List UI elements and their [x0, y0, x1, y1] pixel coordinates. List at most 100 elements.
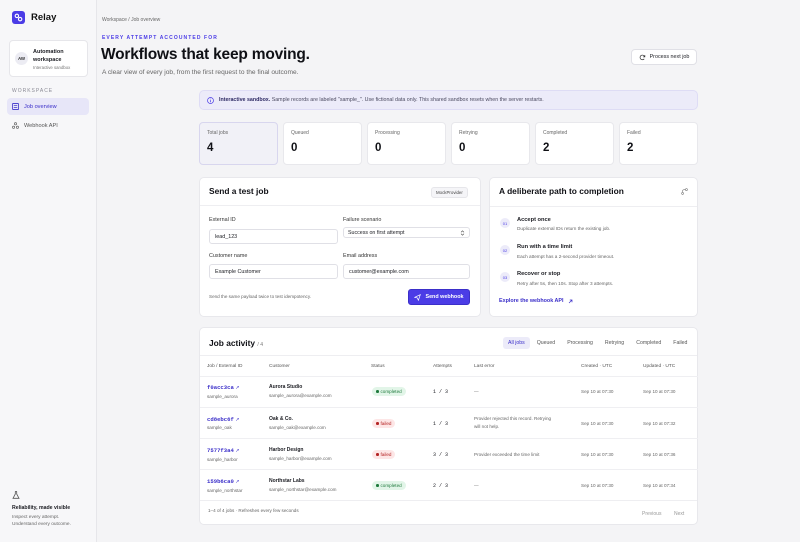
external-id-input[interactable]: lead_123	[209, 229, 338, 244]
stat-total-jobs[interactable]: Total jobs 4	[199, 122, 278, 165]
grid-list-icon	[12, 103, 19, 110]
banner-text: Sample records are labeled "sample_". Us…	[270, 97, 544, 103]
eyebrow: EVERY ATTEMPT ACCOUNTED FOR	[102, 35, 218, 41]
step-number: 02	[500, 245, 510, 255]
stat-value: 0	[375, 142, 382, 154]
sidebar-footer: Reliability, made visible Inspect every …	[12, 491, 92, 528]
tab-retrying[interactable]: Retrying	[600, 337, 629, 349]
customer-name: Aurora Studio	[269, 384, 303, 390]
job-id: 7577f3a4	[207, 447, 234, 454]
email-label: Email address	[343, 253, 378, 259]
status-badge: failed	[372, 419, 396, 428]
column-header-job: Job / External ID	[207, 364, 243, 369]
column-header-customer: Customer	[269, 364, 290, 369]
send-icon	[414, 293, 422, 301]
table-row[interactable]	[200, 438, 698, 469]
provider-chip: MockProvider	[431, 187, 468, 198]
tab-completed[interactable]: Completed	[631, 337, 666, 349]
step-text: Each attempt has a 2-second provider tim…	[517, 254, 615, 259]
step-title: Run with a time limit	[517, 244, 573, 250]
arrow-up-right-icon	[568, 299, 572, 303]
table-row[interactable]	[200, 407, 698, 438]
table-row[interactable]	[200, 376, 698, 407]
stat-label: Processing	[375, 130, 400, 136]
page-subtitle: A clear view of every job, from the firs…	[102, 69, 299, 76]
customer-name: Harbor Design	[269, 447, 304, 453]
flask-icon	[12, 491, 20, 499]
status-badge: completed	[372, 387, 406, 396]
external-id: sample_harbor	[207, 457, 238, 462]
customer-email: sample_northstar@example.com	[269, 487, 337, 492]
previous-page-button[interactable]: Previous	[642, 511, 661, 517]
customer-name: Oak & Co.	[269, 416, 293, 422]
tab-all-jobs[interactable]: All jobs	[503, 337, 530, 349]
sidebar-item-webhook-api[interactable]: Webhook API	[7, 117, 89, 134]
workspace-name: Automation workspace	[33, 48, 64, 63]
created-at: Sep 10 at 07:30	[581, 389, 614, 394]
job-id-link[interactable]: 7577f3a4 ↗	[207, 447, 239, 454]
stat-retrying[interactable]: Retrying 0	[451, 122, 530, 165]
column-header-attempts: Attempts	[433, 364, 452, 369]
step-title: Accept once	[517, 217, 551, 223]
idempotency-hint: Send the same payload twice to test idem…	[209, 294, 312, 299]
process-next-job-button[interactable]: Process next job	[631, 49, 697, 65]
status-text: failed	[380, 421, 392, 426]
send-webhook-button[interactable]: Send webhook	[408, 289, 470, 305]
arrow-up-right-icon: ↗	[235, 417, 240, 423]
sidebar-footer-line: Understand every outcome.	[12, 522, 71, 527]
card-divider	[200, 355, 697, 356]
stat-completed[interactable]: Completed 2	[535, 122, 614, 165]
sidebar-item-label: Job overview	[24, 103, 57, 110]
failure-scenario-select[interactable]: Success on first attempt	[343, 227, 470, 238]
workspace-avatar: AW	[15, 52, 28, 65]
job-id-link[interactable]: 159b6ca0 ↗	[207, 478, 239, 485]
relay-logo-icon	[12, 11, 25, 24]
workspace-switcher[interactable]: AW Automation workspace Interactive sand…	[9, 40, 88, 77]
updated-at: Sep 10 at 07:32	[643, 421, 676, 426]
created-at: Sep 10 at 07:30	[581, 452, 614, 457]
next-page-button[interactable]: Next	[674, 511, 684, 517]
tab-processing[interactable]: Processing	[562, 337, 598, 349]
job-count: / 4	[257, 342, 263, 348]
step-title: Recover or stop	[517, 271, 561, 277]
table-row[interactable]	[200, 469, 698, 500]
job-activity-title-text: Job activity	[209, 338, 256, 348]
customer-name-label: Customer name	[209, 253, 248, 259]
stat-failed[interactable]: Failed 2	[619, 122, 698, 165]
column-header-last-error: Last error	[474, 364, 495, 369]
stat-label: Retrying	[459, 130, 478, 136]
job-id: 159b6ca0	[207, 478, 234, 485]
stat-processing[interactable]: Processing 0	[367, 122, 446, 165]
customer-name-input[interactable]: Example Customer	[209, 264, 338, 279]
email-input[interactable]: customer@example.com	[343, 264, 470, 279]
stat-queued[interactable]: Queued 0	[283, 122, 362, 165]
stat-value: 2	[543, 142, 550, 154]
status-text: completed	[380, 389, 402, 394]
attempts: 1 / 3	[433, 389, 449, 395]
page-title: Workflows that keep moving.	[101, 46, 310, 63]
route-icon[interactable]	[681, 188, 688, 195]
completion-path-title: A deliberate path to completion	[499, 186, 624, 196]
brand[interactable]: Relay	[12, 11, 56, 24]
attempts: 1 / 3	[433, 421, 449, 427]
attempts: 2 / 3	[433, 483, 449, 489]
last-error: —	[474, 389, 479, 394]
tab-queued[interactable]: Queued	[532, 337, 560, 349]
customer-name: Northstar Labs	[269, 478, 305, 484]
explore-webhook-api-link[interactable]: Explore the webhook API	[499, 298, 573, 304]
card-divider	[200, 500, 697, 501]
job-id-link[interactable]: f0acc3ca ↗	[207, 384, 239, 391]
updated-at: Sep 10 at 07:30	[643, 389, 676, 394]
sidebar: Relay AW Automation workspace Interactiv…	[0, 0, 97, 542]
customer-email: sample_harbor@example.com	[269, 456, 332, 461]
send-test-job-title: Send a test job	[209, 186, 269, 196]
job-id-link[interactable]: cd8ebc6f ↗	[207, 416, 239, 423]
banner-strong: Interactive sandbox.	[219, 97, 271, 103]
info-icon	[207, 96, 214, 104]
step-text: Retry after 5s, then 10s. Stop after 3 a…	[517, 281, 614, 286]
sidebar-item-job-overview[interactable]: Job overview	[7, 98, 89, 115]
arrow-up-right-icon: ↗	[235, 448, 240, 454]
step-number: 03	[500, 272, 510, 282]
updated-at: Sep 10 at 07:36	[643, 452, 676, 457]
tab-failed[interactable]: Failed	[668, 337, 692, 349]
